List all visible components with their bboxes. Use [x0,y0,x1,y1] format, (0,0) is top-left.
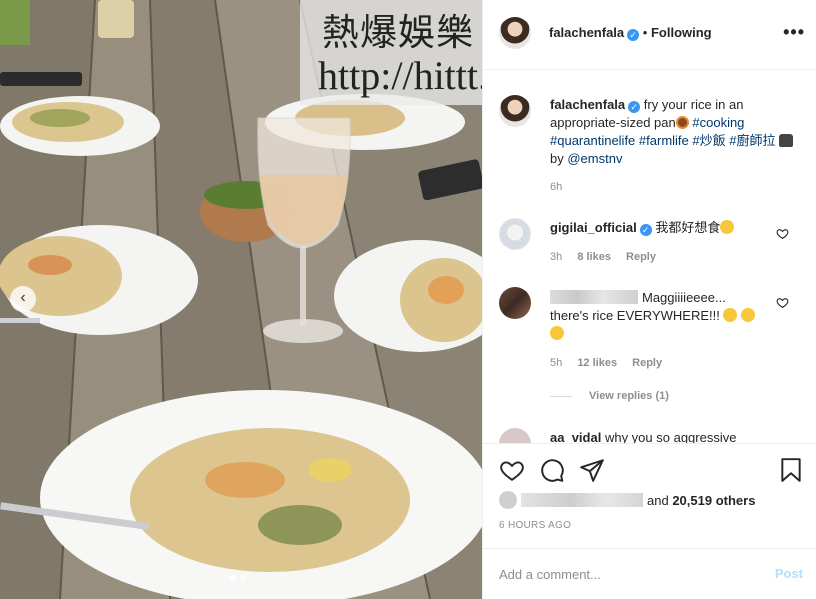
view-replies-divider [550,396,572,397]
verified-icon: ✓ [639,224,652,236]
comment-likes[interactable]: 12 likes [577,357,617,369]
view-replies-button[interactable]: View replies (1) [589,390,669,402]
comment-username[interactable]: aa_vidal [550,430,601,443]
comment-like-heart-icon[interactable] [776,227,789,240]
more-icon[interactable]: ••• [783,22,805,43]
caption-text: falachenfala ✓ fry your rice in an approp… [550,96,800,168]
comment-avatar[interactable] [499,287,531,319]
hashtag-cooking[interactable]: #cooking [692,115,744,130]
comment-rice: Maggiiiieeee... there's rice EVERYWHERE!… [550,289,768,343]
comment-age: 3h [550,251,563,263]
post-timestamp: 6 HOURS AGO [499,520,572,531]
header-username[interactable]: falachenfala [549,25,624,40]
comment-like-heart-icon[interactable] [776,296,789,309]
verified-icon: ✓ [627,29,640,41]
hashtag-friedrice[interactable]: #炒飯 [692,133,725,148]
blurred-username[interactable] [550,290,638,304]
comment-username[interactable]: gigilai_official [550,220,637,235]
comment-body: 我都好想食 [655,220,721,235]
comment-likes[interactable]: 8 likes [577,251,611,263]
comment-aavidal: aa_vidal why you so aggressive [550,429,736,443]
chef-emoji-icon [779,134,794,147]
carousel-dot [230,575,236,581]
rofl-emoji-icon [723,308,738,322]
likes-summary: and 20,519 others [499,491,755,509]
hashtag-quarantinelife[interactable]: #quarantinelife [550,133,635,148]
liker-avatar[interactable] [499,491,517,509]
likes-count-button[interactable]: 20,519 others [672,493,755,508]
post-photo[interactable]: 熱爆娛樂 http://hittt.blogspot.com ‹ [0,0,482,599]
comment-meta: 3h 8 likes Reply [550,251,656,263]
caption-avatar[interactable] [499,95,531,127]
header-username-row: falachenfala ✓ • Following [549,25,712,41]
pan-emoji-icon [675,116,689,129]
comment-clip: aa_vidal why you so aggressive [483,426,816,443]
hashtag-farmlife[interactable]: #farmlife [639,133,689,148]
watermark-url: http://hittt.blogspot.com [318,53,482,98]
carousel-dot [240,575,246,581]
bookmark-icon[interactable] [778,457,804,483]
comment-age: 5h [550,357,563,369]
dot-separator: • [642,25,648,40]
comment-avatar[interactable] [499,218,531,250]
carousel-prev-button[interactable]: ‹ [10,286,36,312]
comment-avatar[interactable] [499,428,531,443]
watermark-title: 熱爆娛樂 [322,11,474,54]
chevron-left-icon: ‹ [20,289,26,306]
reply-button[interactable]: Reply [626,251,656,263]
comment-input[interactable] [499,563,749,585]
hashtag-chef[interactable]: #廚師拉 [729,133,775,148]
rofl-emoji-icon [741,308,756,322]
blurred-liker-names[interactable] [521,493,643,507]
reply-button[interactable]: Reply [632,357,662,369]
carousel-dots [230,575,246,581]
post-sidebar: falachenfala ✓ • Following ••• falachenfa… [482,0,816,599]
share-icon[interactable] [579,457,605,483]
comment-body: why you so aggressive [604,430,737,443]
add-comment-bar: Post [483,548,816,599]
rofl-emoji-icon [550,326,564,340]
post-header: falachenfala ✓ • Following ••• [483,0,816,70]
yum-emoji-icon [720,220,735,234]
verified-icon: ✓ [628,101,641,113]
comment-meta: 5h 12 likes Reply [550,357,662,369]
post-comment-button[interactable]: Post [775,566,803,581]
heart-icon[interactable] [499,457,525,483]
caption-by: by [550,151,564,166]
likes-and: and [647,493,669,508]
comment-icon[interactable] [539,457,565,483]
following-button[interactable]: Following [651,25,712,40]
caption-age: 6h [550,181,563,193]
mention-link[interactable]: @emstnv [567,151,622,166]
avatar[interactable] [499,17,531,49]
comment-gigi: gigilai_official ✓ 我都好想食 [550,219,770,237]
caption-username[interactable]: falachenfala [550,97,625,112]
